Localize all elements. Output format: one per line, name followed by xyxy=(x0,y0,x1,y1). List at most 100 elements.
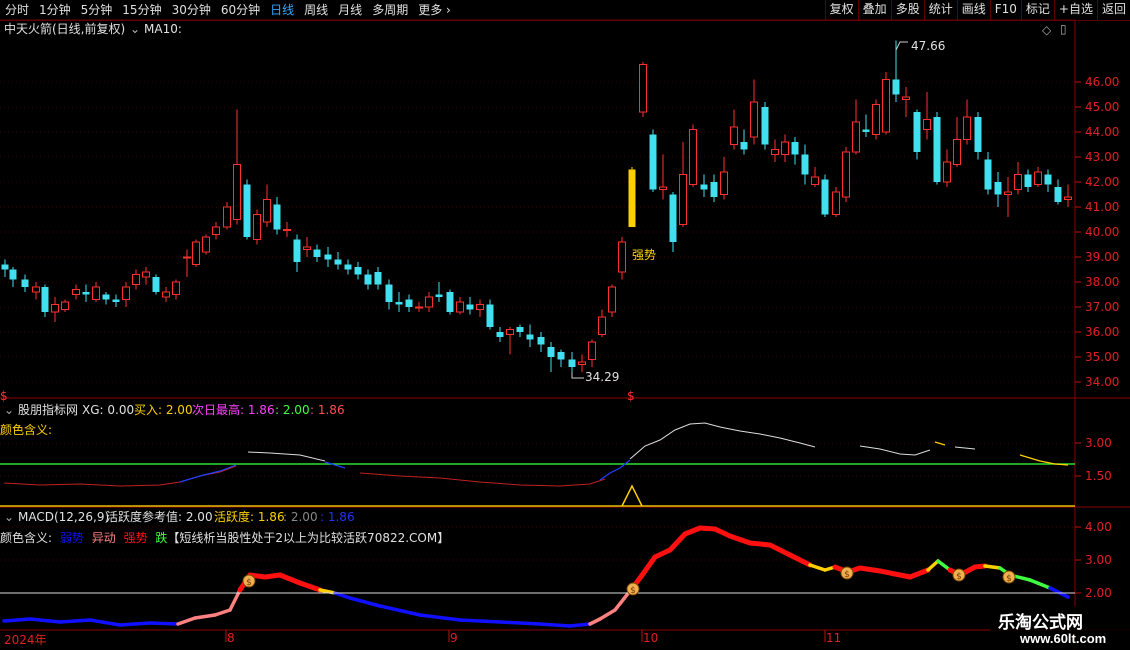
candle-body xyxy=(832,191,840,215)
candle-body xyxy=(639,64,647,113)
candle-body xyxy=(761,107,769,145)
color-legend-label: 颜色含义: xyxy=(0,423,53,437)
diamond-icon[interactable]: ◇ xyxy=(1042,23,1051,37)
activity-segment xyxy=(568,622,592,628)
candle-body xyxy=(730,126,738,145)
chevron-down-icon[interactable]: ⌄ xyxy=(4,403,14,417)
next-high-value: 次日最高: 1.86 xyxy=(192,403,275,417)
candle-body xyxy=(902,96,910,100)
candle-body xyxy=(862,129,870,132)
chevron-down-icon[interactable]: ⌄ xyxy=(130,22,140,36)
candle-body xyxy=(994,182,1002,195)
candle-body xyxy=(933,117,941,182)
activity-segment xyxy=(418,613,462,622)
candle-body xyxy=(253,214,261,240)
candle-body xyxy=(1,264,9,270)
candle-body xyxy=(821,179,829,215)
candle-body xyxy=(872,104,880,135)
activity-reference: 活跃度参考值: 2.00 xyxy=(106,510,213,524)
activity-segment xyxy=(2,617,32,623)
candle-body xyxy=(943,161,951,183)
candle-body xyxy=(9,269,17,280)
candle-body xyxy=(183,256,191,259)
candle-body xyxy=(405,299,413,307)
stock-title: 中天火箭(日线,前复权) xyxy=(4,22,126,36)
candle-body xyxy=(1044,174,1052,185)
activity-segment xyxy=(193,613,217,620)
candle-body xyxy=(32,286,40,293)
ma-label: MA10: xyxy=(144,22,182,36)
candle-body xyxy=(963,116,971,140)
activity-segment xyxy=(277,572,303,586)
money-bag-icon: $ xyxy=(1006,574,1012,584)
candle-body xyxy=(334,259,342,265)
candle-body xyxy=(882,79,890,133)
activity-segment xyxy=(857,565,883,574)
candle-body xyxy=(710,182,718,197)
activity-segment xyxy=(148,621,180,626)
activity-segment xyxy=(667,531,688,553)
candle-body xyxy=(435,294,443,297)
axis-tick-label: 41.00 xyxy=(1085,200,1120,214)
indicator-name: 股朋指标网 xyxy=(18,403,79,417)
low-price-label: 34.29 xyxy=(585,370,620,384)
candle-body xyxy=(679,174,687,225)
candle-body xyxy=(588,341,596,360)
legend-strong: 强势 xyxy=(123,531,148,545)
date-tick-label: 2024年 xyxy=(4,633,47,647)
axis-tick-label: 37.00 xyxy=(1085,300,1120,314)
candle-body xyxy=(202,236,210,253)
activity-segment xyxy=(983,564,1002,570)
candle-body xyxy=(273,204,281,230)
candle-body xyxy=(568,359,576,367)
candle-body xyxy=(456,301,464,313)
activity-segment xyxy=(498,620,542,626)
legend-prefix: 颜色含义: xyxy=(0,531,53,545)
candle-body xyxy=(974,117,982,152)
candle-body xyxy=(1054,187,1062,202)
candle-body xyxy=(223,206,231,228)
indicator-line xyxy=(599,459,631,481)
dollar-icon: $ xyxy=(0,389,8,403)
stock-chart[interactable]: $ $ $ $ $ xyxy=(0,0,1130,650)
money-bag-icon: $ xyxy=(844,570,850,580)
candle-body xyxy=(892,79,900,95)
indicator-line xyxy=(324,461,346,469)
candle-body xyxy=(486,304,494,327)
axis-tick-label: 35.00 xyxy=(1085,350,1120,364)
buy-value: 买入: 2.00 xyxy=(134,403,193,417)
candle-body xyxy=(913,112,921,152)
candle-body xyxy=(984,159,992,190)
candle-body xyxy=(608,286,616,313)
candle-body xyxy=(1064,196,1072,200)
activity-segment xyxy=(458,618,502,624)
candle-body xyxy=(283,229,291,231)
indicator-line xyxy=(629,422,816,460)
axis-tick-label: 45.00 xyxy=(1085,100,1120,114)
candle-body xyxy=(102,294,110,300)
candle-body xyxy=(659,186,667,190)
candle-body xyxy=(750,101,758,138)
watermark-title: 乐淘公式网 xyxy=(998,613,1083,633)
candle-body xyxy=(415,306,423,309)
candle-body xyxy=(41,287,49,312)
candle-body xyxy=(842,151,850,198)
panel2-value-3: : 1.86 xyxy=(310,403,345,417)
axis-tick-label: 38.00 xyxy=(1085,275,1120,289)
watermark-url: www.60lt.com xyxy=(1020,631,1107,646)
buy-spike xyxy=(621,484,643,507)
activity-value: 活跃度: 1.86 xyxy=(214,510,285,524)
candle-body xyxy=(425,296,433,308)
panel-toggle-icon[interactable]: ▯ xyxy=(1060,22,1067,36)
candle-body xyxy=(506,329,514,335)
activity-segment xyxy=(348,596,382,608)
candle-body xyxy=(578,361,586,365)
chevron-down-icon[interactable]: ⌄ xyxy=(4,510,14,524)
dollar-icon: $ xyxy=(627,389,635,403)
candle-body xyxy=(547,347,555,357)
candle-body xyxy=(212,226,220,235)
candle-body xyxy=(689,129,697,185)
candle-body xyxy=(21,279,29,287)
candle-body xyxy=(801,154,809,175)
strong-signal-label: 强势 xyxy=(632,248,657,262)
